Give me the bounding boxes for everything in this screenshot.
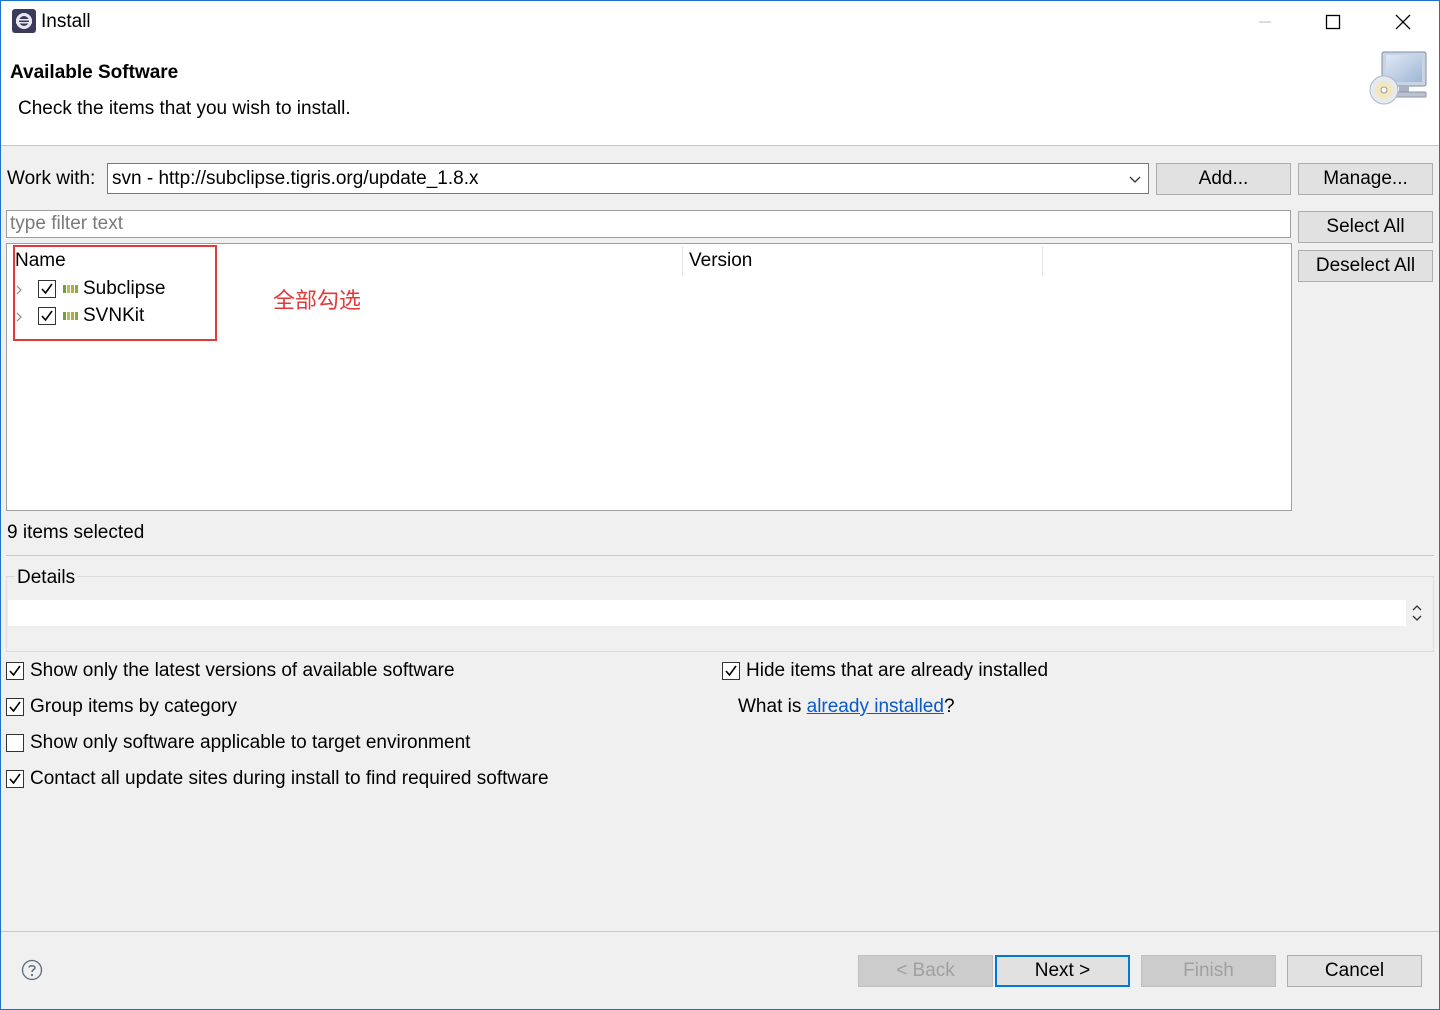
filter-field[interactable] <box>6 210 1291 238</box>
title-bar <box>1 1 1439 45</box>
window-title: Install <box>41 11 91 32</box>
work-with-value: svn - http://subclipse.tigris.org/update… <box>112 168 479 189</box>
hide-installed-checkbox[interactable] <box>722 662 740 680</box>
subclipse-checkbox[interactable] <box>38 280 56 298</box>
work-with-combo[interactable]: svn - http://subclipse.tigris.org/update… <box>107 163 1149 194</box>
separator <box>6 555 1434 556</box>
work-with-label: Work with: <box>7 168 96 189</box>
filter-input[interactable] <box>7 211 1290 237</box>
column-header-name[interactable]: Name <box>15 250 66 272</box>
what-is-installed-line: What is already installed? <box>738 696 955 718</box>
svnkit-checkbox[interactable] <box>38 307 56 325</box>
maximize-button[interactable] <box>1300 1 1366 43</box>
contact-sites-checkbox[interactable] <box>6 770 24 788</box>
column-header-version[interactable]: Version <box>689 250 752 272</box>
checkmark-icon <box>41 283 53 295</box>
page-title: Available Software <box>10 62 179 83</box>
checkmark-icon <box>725 665 737 677</box>
back-button[interactable]: < Back <box>858 955 993 987</box>
manage-sites-button[interactable]: Manage... <box>1298 163 1433 195</box>
group-by-category-label: Group items by category <box>30 696 237 717</box>
eclipse-app-icon <box>12 9 36 33</box>
details-text-area[interactable] <box>8 600 1406 626</box>
target-environment-label: Show only software applicable to target … <box>30 732 471 753</box>
target-environment-checkbox[interactable] <box>6 734 24 752</box>
svnkit-label: SVNKit <box>83 305 145 326</box>
footer-separator <box>1 931 1439 932</box>
expand-arrow-icon[interactable] <box>15 285 23 295</box>
what-is-prefix: What is <box>738 696 807 717</box>
column-separator <box>682 246 683 276</box>
hide-installed-label: Hide items that are already installed <box>746 660 1049 681</box>
page-description: Check the items that you wish to install… <box>18 98 351 119</box>
option-target-environment[interactable]: Show only software applicable to target … <box>6 732 470 754</box>
group-by-category-checkbox[interactable] <box>6 698 24 716</box>
checkmark-icon <box>41 310 53 322</box>
help-icon[interactable] <box>21 959 43 981</box>
install-computer-icon <box>1366 48 1438 112</box>
software-tree[interactable]: Name Version Subclipse SVNKit <box>6 243 1292 511</box>
latest-versions-checkbox[interactable] <box>6 662 24 680</box>
finish-button[interactable]: Finish <box>1141 955 1276 987</box>
option-hide-installed[interactable]: Hide items that are already installed <box>722 660 1048 682</box>
details-label: Details <box>15 567 78 589</box>
checkmark-icon <box>9 665 21 677</box>
option-contact-sites[interactable]: Contact all update sites during install … <box>6 768 549 790</box>
annotation-text: 全部勾选 <box>273 289 362 314</box>
checkmark-icon <box>9 773 21 785</box>
option-latest-versions[interactable]: Show only the latest versions of availab… <box>6 660 455 682</box>
scroll-spinner-icon[interactable] <box>1409 602 1425 624</box>
wizard-header <box>1 45 1439 146</box>
what-is-suffix: ? <box>943 696 955 717</box>
latest-versions-label: Show only the latest versions of availab… <box>30 660 455 681</box>
minimize-icon <box>1259 21 1271 23</box>
contact-sites-label: Contact all update sites during install … <box>30 768 549 789</box>
feature-category-icon <box>63 285 78 293</box>
close-icon <box>1395 14 1411 30</box>
close-button[interactable] <box>1370 1 1436 43</box>
minimize-button[interactable] <box>1232 1 1298 43</box>
feature-category-icon <box>63 312 78 320</box>
selection-status: 9 items selected <box>7 522 145 543</box>
column-separator <box>1042 246 1043 276</box>
deselect-all-button[interactable]: Deselect All <box>1298 250 1433 282</box>
cancel-button[interactable]: Cancel <box>1287 955 1422 987</box>
next-button[interactable]: Next > <box>995 955 1130 987</box>
already-installed-link[interactable]: already installed <box>807 696 944 718</box>
select-all-button[interactable]: Select All <box>1298 211 1433 243</box>
chevron-down-icon <box>1129 176 1141 183</box>
maximize-icon <box>1325 14 1341 30</box>
add-site-button[interactable]: Add... <box>1156 163 1291 195</box>
expand-arrow-icon[interactable] <box>15 312 23 322</box>
option-group-by-category[interactable]: Group items by category <box>6 696 237 718</box>
checkmark-icon <box>9 701 21 713</box>
subclipse-label: Subclipse <box>83 278 166 299</box>
